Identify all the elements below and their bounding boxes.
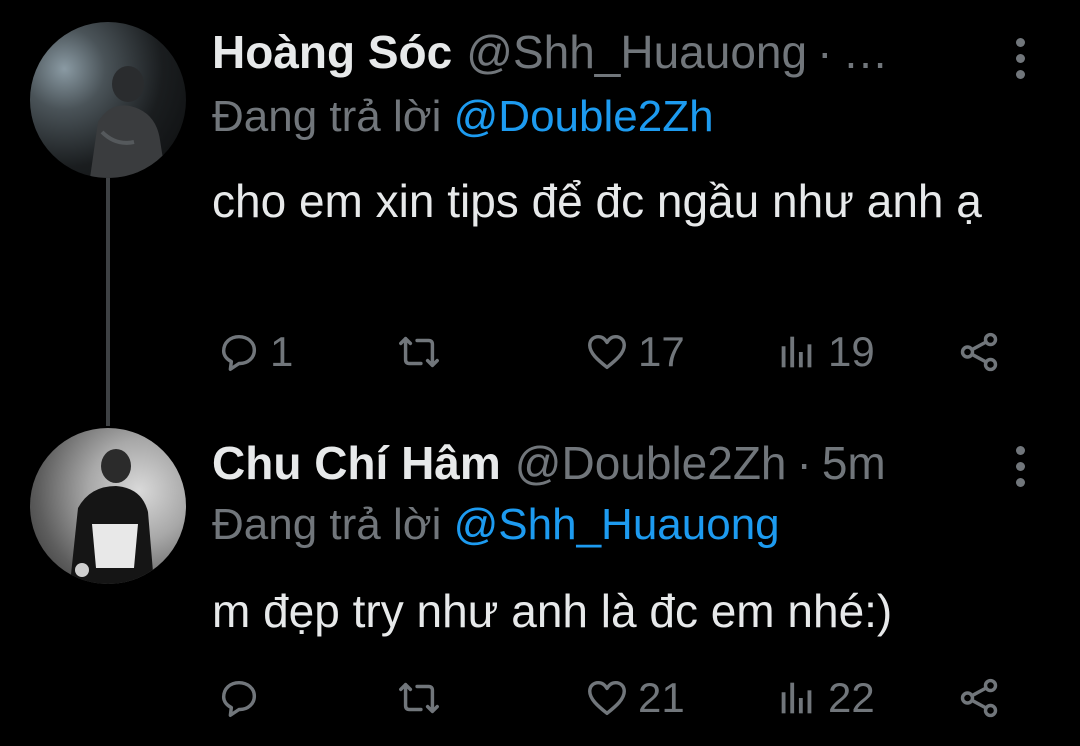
tweet-text: m đẹp try như anh là đc em nhé:) [212,585,893,637]
share-button[interactable] [956,668,1002,728]
tweet-header: Hoàng Sóc @Shh_Huauong · … [212,25,888,85]
replying-prefix: Đang trả lời [212,92,442,141]
tweet-text: cho em xin tips để đc ngầu như anh ạ [212,175,982,227]
more-vertical-icon[interactable] [1008,38,1032,79]
views-button[interactable]: 22 [774,668,875,728]
views-count: 22 [828,674,875,721]
retweet-button[interactable] [396,322,442,382]
like-button[interactable]: 17 [584,322,685,382]
reply-icon [221,680,257,717]
mention-link[interactable]: @Shh_Huauong [454,500,780,549]
views-button[interactable]: 19 [774,322,875,382]
views-count: 19 [828,328,875,375]
timestamp[interactable]: … [842,25,888,79]
replying-prefix: Đang trả lời [212,500,442,549]
avatar[interactable] [30,22,186,178]
reply-count: 1 [270,328,294,375]
user-handle[interactable]: @Shh_Huauong [466,25,807,79]
replying-to: Đang trả lời @Shh_Huauong [212,500,780,550]
tweet[interactable]: Hoàng Sóc @Shh_Huauong · … Đang trả lời … [0,0,1080,410]
display-name[interactable]: Hoàng Sóc [212,25,452,79]
like-count: 17 [638,328,685,375]
replying-to: Đang trả lời @Double2Zh [212,92,714,142]
heart-icon [588,334,626,370]
separator-dot: · [817,26,833,78]
reply-button[interactable]: 1 [216,322,293,382]
tweet-actions: 21 22 [212,668,1012,728]
views-icon [781,682,812,714]
display-name[interactable]: Chu Chí Hâm [212,436,501,490]
avatar[interactable] [30,428,186,584]
share-icon [960,678,998,718]
reply-button[interactable] [216,668,270,728]
views-icon [781,336,812,368]
retweet-button[interactable] [396,668,442,728]
mention-link[interactable]: @Double2Zh [454,92,714,141]
like-count: 21 [638,674,685,721]
tweet-header: Chu Chí Hâm @Double2Zh · 5m [212,436,886,496]
timestamp[interactable]: 5m [822,436,886,490]
retweet-icon [399,682,439,714]
separator-dot: · [796,437,812,489]
share-icon [960,332,998,372]
more-vertical-icon[interactable] [1008,446,1032,487]
retweet-icon [399,336,439,368]
heart-icon [588,680,626,716]
share-button[interactable] [956,322,1002,382]
tweet-actions: 1 17 19 [212,322,1012,382]
reply-icon [221,334,257,371]
like-button[interactable]: 21 [584,668,685,728]
user-handle[interactable]: @Double2Zh [515,436,787,490]
